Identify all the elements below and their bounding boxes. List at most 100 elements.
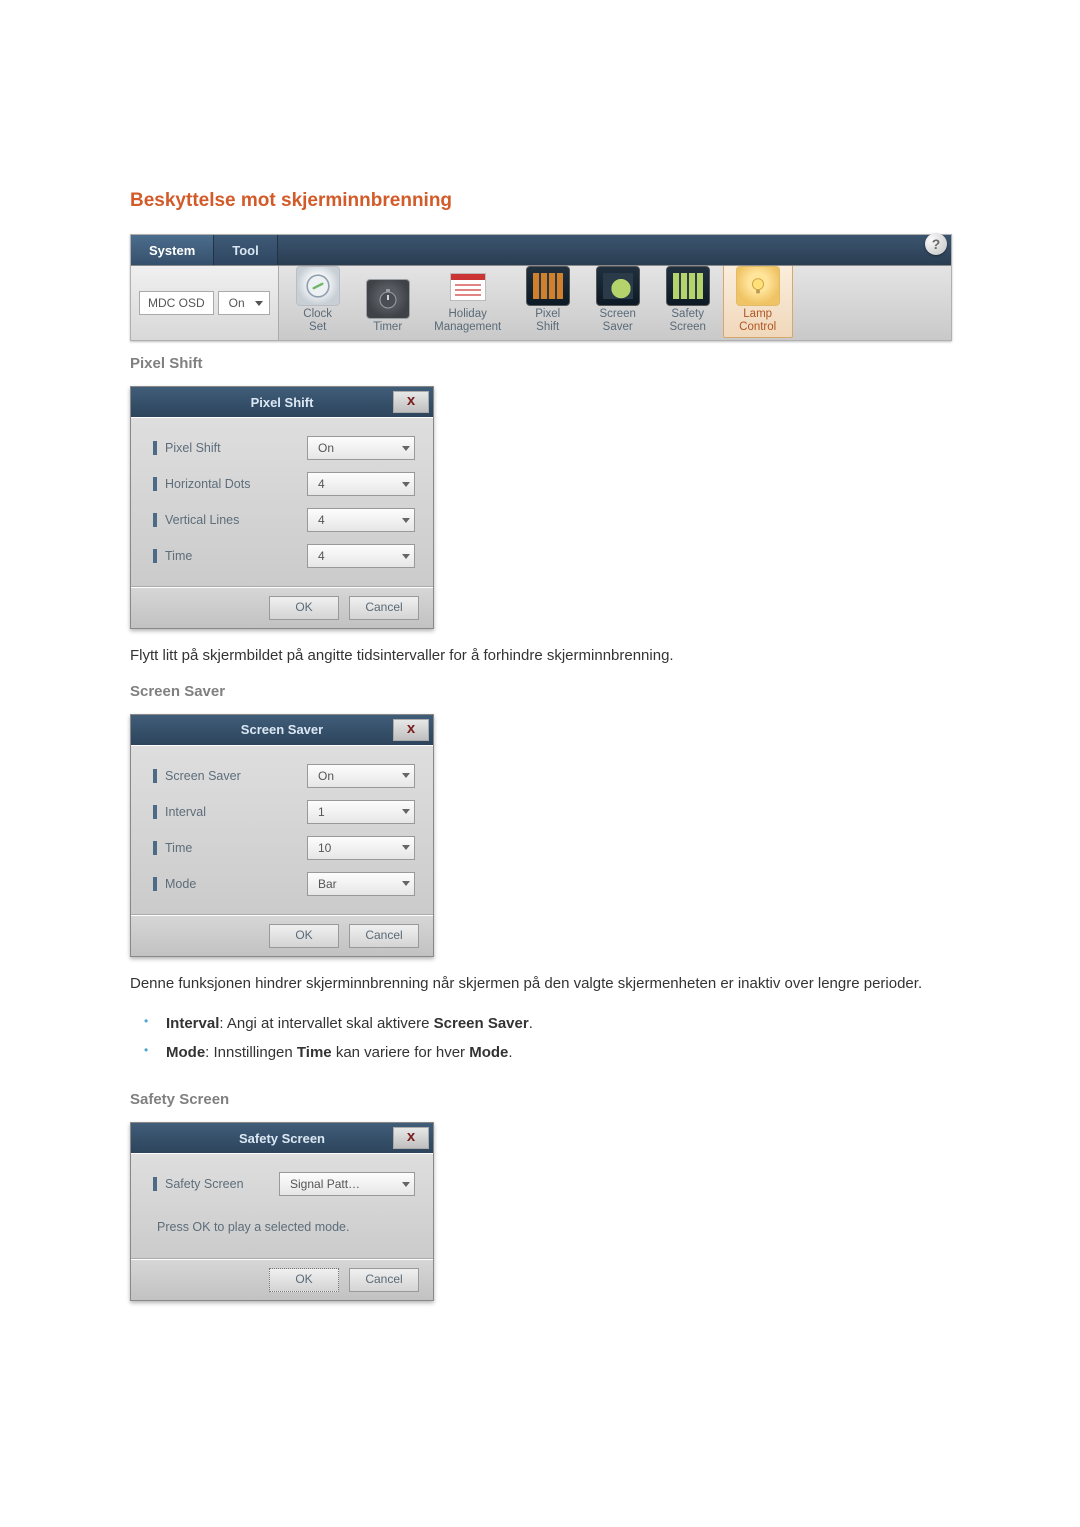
screen-saver-button[interactable]: Screen Saver [583,263,653,338]
label-time: Time [165,841,307,855]
label-mode: Mode [165,877,307,891]
toolbar-body: MDC OSD On Clock Set Timer [131,266,951,340]
label-pixel-shift: Pixel Shift [165,441,307,455]
tab-tool[interactable]: Tool [214,235,277,265]
screen-saver-dialog-body: Screen Saver On Interval 1 Time 10 Mode … [131,745,433,915]
screen-saver-description: Denne funksjonen hindrer skjerminnbrenni… [130,971,950,997]
ok-button[interactable]: OK [269,596,339,620]
mdc-osd-label: MDC OSD [139,291,214,315]
bullet-mode-tail: . [508,1044,512,1061]
row-safety-screen: Safety Screen Signal Patt… [153,1172,415,1196]
bullet-interval-bold2: Screen Saver [434,1015,529,1032]
tick-icon [153,841,157,855]
ok-button[interactable]: OK [269,1268,339,1292]
row-vertical-lines: Vertical Lines 4 [153,508,415,532]
safety-screen-label: Safety Screen [669,308,705,334]
safety-screen-dialog-footer: OK Cancel [131,1259,433,1300]
toolbar-buttons: Clock Set Timer Holiday Management Pixel… [279,266,951,340]
bullet-interval-text: : Angi at intervallet skal aktivere [219,1015,433,1032]
pixel-shift-dialog-footer: OK Cancel [131,587,433,628]
row-interval: Interval 1 [153,800,415,824]
tick-icon [153,513,157,527]
tick-icon [153,805,157,819]
label-vertical-lines: Vertical Lines [165,513,307,527]
row-time: Time 4 [153,544,415,568]
safety-screen-dialog: Safety Screen x Safety Screen Signal Pat… [130,1122,434,1301]
holiday-label: Holiday Management [434,308,501,334]
safety-screen-icon [666,266,710,306]
pixel-shift-heading: Pixel Shift [130,355,950,372]
bullet-interval-bold: Interval [166,1015,219,1032]
select-pixel-shift[interactable]: On [307,436,415,460]
select-safety-screen[interactable]: Signal Patt… [279,1172,415,1196]
toolbar-left-group: MDC OSD On [131,266,279,340]
bullet-mode: Mode: Innstillingen Time kan variere for… [138,1039,950,1068]
select-horizontal-dots[interactable]: 4 [307,472,415,496]
screen-saver-title-text: Screen Saver [241,722,323,737]
safety-screen-button[interactable]: Safety Screen [653,263,723,338]
bullet-mode-bold3: Mode [469,1044,508,1061]
bullet-mode-mid: kan variere for hver [332,1044,470,1061]
safety-screen-dialog-title: Safety Screen x [131,1123,433,1153]
screen-saver-icon [596,266,640,306]
bullet-mode-bold: Mode [166,1044,205,1061]
bullet-mode-text: : Innstillingen [205,1044,297,1061]
cancel-button[interactable]: Cancel [349,1268,419,1292]
tick-icon [153,549,157,563]
lamp-control-label: Lamp Control [739,308,776,334]
safety-screen-title-text: Safety Screen [239,1131,325,1146]
select-time[interactable]: 10 [307,836,415,860]
bullet-mode-bold2: Time [297,1044,332,1061]
pixel-shift-dialog-title: Pixel Shift x [131,387,433,417]
tick-icon [153,769,157,783]
screen-saver-heading: Screen Saver [130,683,950,700]
clock-set-button[interactable]: Clock Set [283,263,353,338]
label-screen-saver: Screen Saver [165,769,307,783]
close-icon[interactable]: x [393,1127,429,1149]
cancel-button[interactable]: Cancel [349,596,419,620]
ok-button[interactable]: OK [269,924,339,948]
timer-icon [366,279,410,319]
screen-saver-label: Screen Saver [599,308,635,334]
bullet-interval: Interval: Angi at intervallet skal aktiv… [138,1010,950,1039]
pixel-shift-button[interactable]: Pixel Shift [513,263,583,338]
select-time[interactable]: 4 [307,544,415,568]
timer-label: Timer [373,321,402,334]
clock-set-label: Clock Set [303,308,332,334]
row-pixel-shift: Pixel Shift On [153,436,415,460]
pixel-shift-title-text: Pixel Shift [251,395,314,410]
holiday-management-button[interactable]: Holiday Management [423,265,513,338]
mdc-osd-select[interactable]: On [218,291,270,315]
label-time: Time [165,549,307,563]
toolbar-tabs: System Tool ? [131,235,951,266]
clock-icon [296,266,340,306]
timer-button[interactable]: Timer [353,276,423,338]
pixel-shift-label: Pixel Shift [535,308,560,334]
bullet-interval-tail: . [529,1015,533,1032]
pixel-shift-description: Flytt litt på skjermbildet på angitte ti… [130,643,950,669]
row-screen-saver: Screen Saver On [153,764,415,788]
label-horizontal-dots: Horizontal Dots [165,477,307,491]
row-mode: Mode Bar [153,872,415,896]
lamp-icon [736,266,780,306]
pixel-shift-dialog: Pixel Shift x Pixel Shift On Horizontal … [130,386,434,629]
tick-icon [153,1177,157,1191]
toolbar-panel: System Tool ? MDC OSD On Clock Set [130,234,952,341]
select-vertical-lines[interactable]: 4 [307,508,415,532]
pixel-shift-icon [526,266,570,306]
lamp-control-button[interactable]: Lamp Control [723,263,793,338]
section-title: Beskyttelse mot skjerminnbrenning [130,190,950,212]
screen-saver-dialog-title: Screen Saver x [131,715,433,745]
cancel-button[interactable]: Cancel [349,924,419,948]
select-interval[interactable]: 1 [307,800,415,824]
tab-system[interactable]: System [131,235,214,265]
close-icon[interactable]: x [393,719,429,741]
help-icon[interactable]: ? [925,233,947,255]
select-screen-saver[interactable]: On [307,764,415,788]
screen-saver-dialog-footer: OK Cancel [131,915,433,956]
calendar-icon [447,268,489,306]
screen-saver-dialog: Screen Saver x Screen Saver On Interval … [130,714,434,957]
close-icon[interactable]: x [393,391,429,413]
select-mode[interactable]: Bar [307,872,415,896]
tick-icon [153,477,157,491]
